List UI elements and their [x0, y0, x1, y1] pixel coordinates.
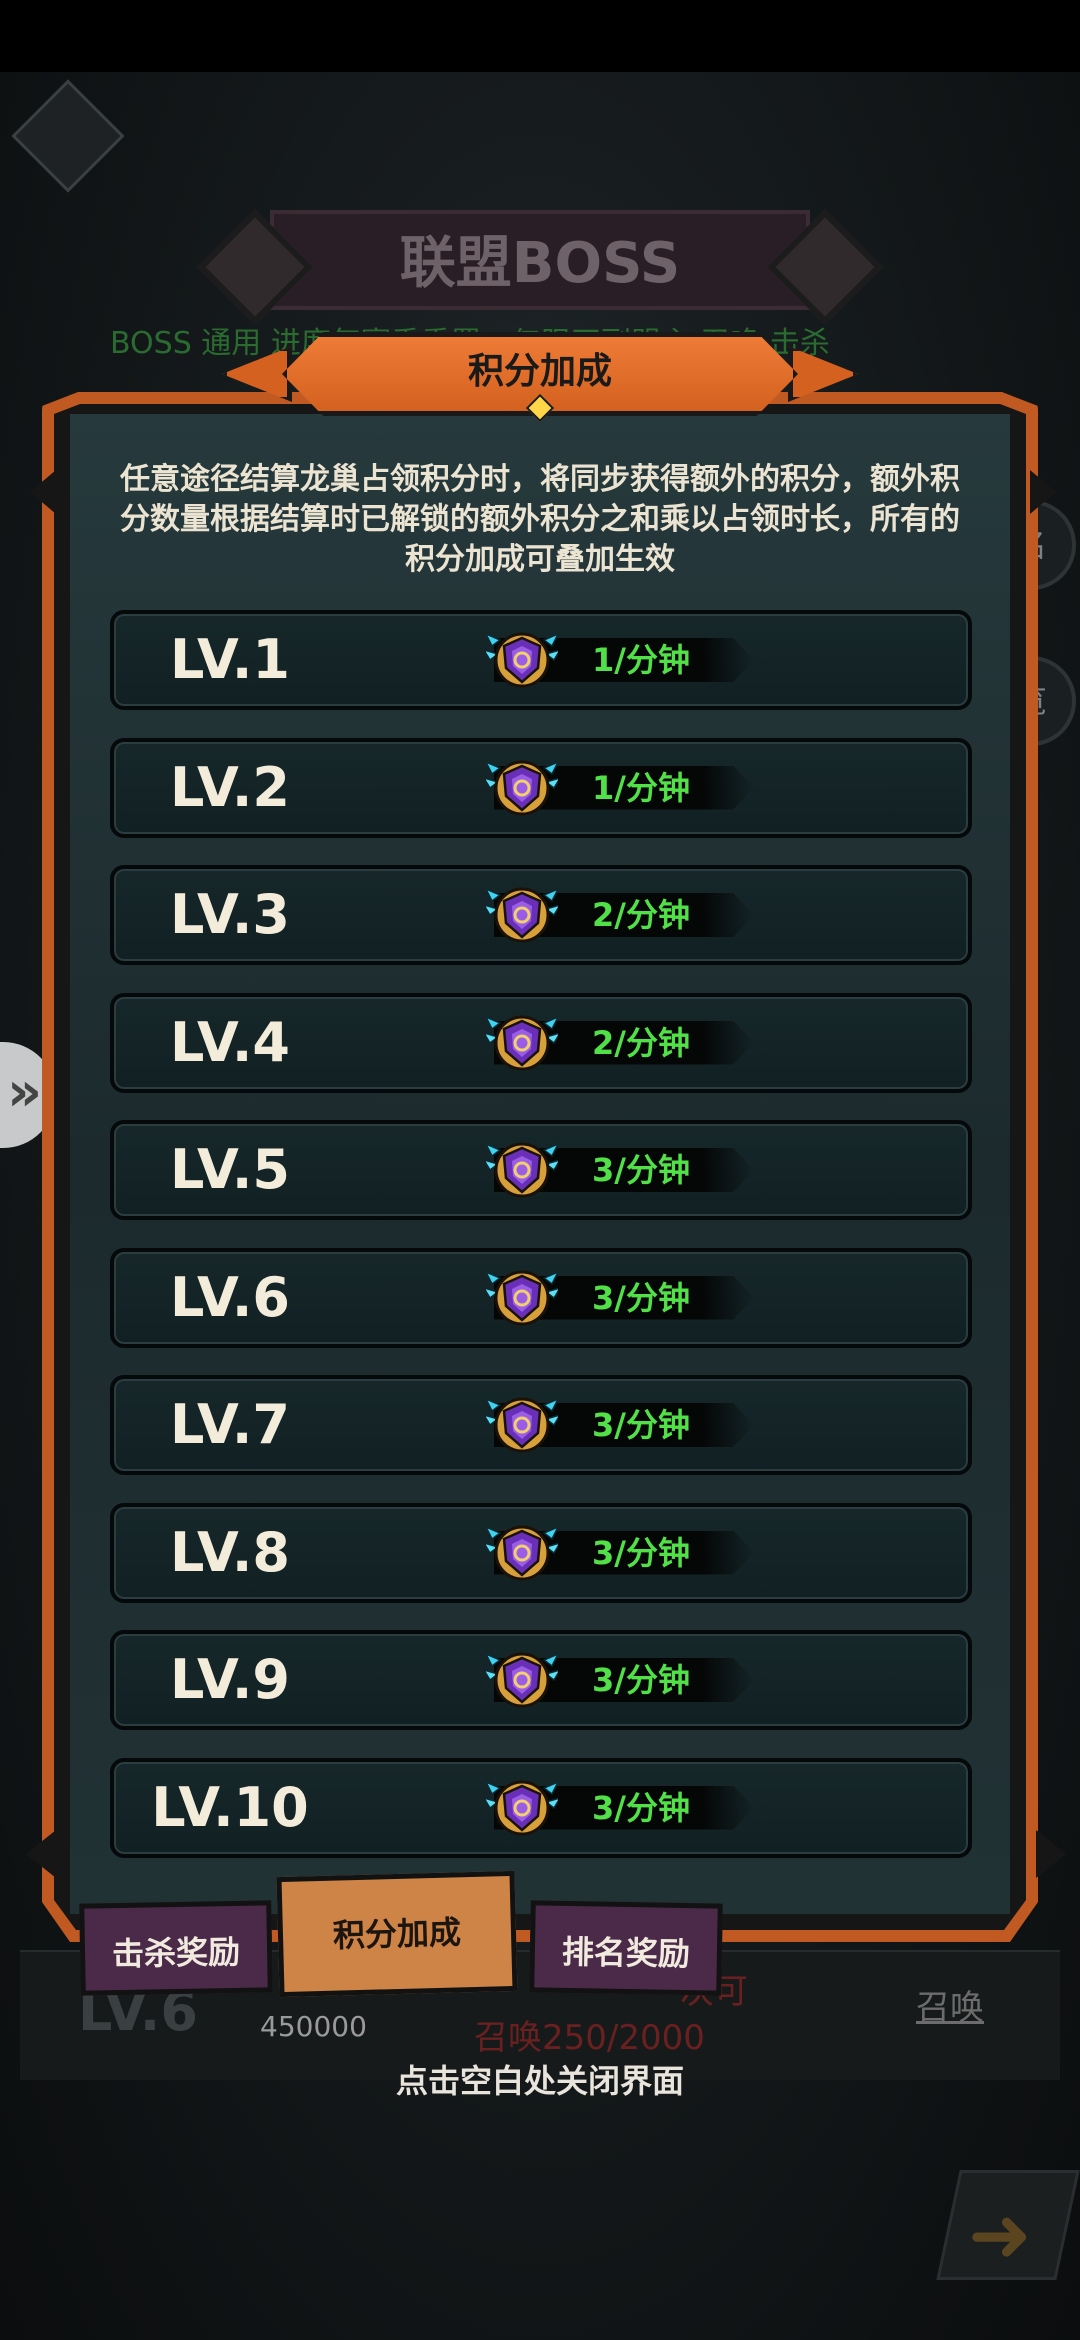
panel-description: 任意途径结算龙巢占领积分时，将同步获得额外的积分，额外积分数量根据结算时已解锁的… [120, 462, 960, 577]
level-row: LV.6 3/分钟 [110, 1247, 972, 1348]
level-row: LV.4 2/分钟 [110, 992, 972, 1093]
level-row: LV.10 3/分钟 [110, 1757, 972, 1858]
level-row: LV.5 3/分钟 [110, 1120, 972, 1220]
level-row: LV.9 3/分钟 [110, 1630, 972, 1730]
level-label: LV.7 [170, 1393, 290, 1456]
rate-value: 2/分钟 [592, 896, 690, 934]
level-label: LV.5 [170, 1138, 290, 1201]
frame-spike [1036, 1830, 1066, 1878]
frame-spike [1030, 470, 1056, 514]
purple-shield-badge-icon [482, 1136, 562, 1204]
status-bar [0, 0, 1080, 72]
purple-shield-badge-icon [482, 1774, 562, 1842]
rate-value: 3/分钟 [592, 1406, 690, 1444]
level-label: LV.6 [170, 1265, 290, 1329]
level-row: LV.7 3/分钟 [110, 1375, 972, 1475]
purple-shield-badge-icon [482, 1391, 562, 1459]
rate-value: 3/分钟 [592, 1151, 690, 1189]
frame-spike [26, 1830, 56, 1878]
boss-value: 450000 [260, 2010, 367, 2043]
level-label: LV.1 [170, 628, 290, 691]
summon-count-text: 召唤250/2000 [474, 2018, 705, 2058]
purple-shield-badge-icon [482, 1009, 562, 1077]
arrow-icon: ➜ [968, 2190, 1032, 2279]
rate-value: 1/分钟 [592, 641, 690, 679]
purple-shield-badge-icon [482, 1646, 562, 1714]
frame-spike [30, 470, 56, 514]
level-list: LV.1 1/分钟 LV.2 1/分钟 LV.3 2/分钟 LV.4 2/分钟 LV.5 3/分钟… [110, 610, 972, 1885]
level-label: LV.2 [170, 755, 290, 819]
rate-value: 3/分钟 [592, 1533, 690, 1572]
purple-shield-badge-icon [482, 626, 562, 694]
rate-value: 3/分钟 [592, 1661, 690, 1699]
level-row: LV.2 1/分钟 [110, 737, 972, 838]
tab-kill-reward[interactable]: 击杀奖励 [79, 1900, 273, 1996]
level-row: LV.3 2/分钟 [110, 865, 972, 965]
boss-title: 联盟BOSS [270, 210, 810, 310]
close-hint[interactable]: 点击空白处关闭界面 [0, 2056, 1080, 2102]
tab-rank-reward[interactable]: 排名奖励 [529, 1900, 723, 1996]
level-label: LV.8 [170, 1520, 290, 1584]
level-label: LV.4 [170, 1010, 290, 1074]
level-row: LV.1 1/分钟 [110, 610, 972, 710]
rate-value: 1/分钟 [592, 768, 690, 807]
rate-value: 3/分钟 [592, 1788, 690, 1827]
rate-value: 2/分钟 [592, 1023, 690, 1062]
purple-shield-badge-icon [482, 881, 562, 949]
purple-shield-badge-icon [482, 1519, 562, 1587]
tab-points-bonus[interactable]: 积分加成 [276, 1870, 518, 1998]
level-label: LV.9 [170, 1648, 290, 1711]
rate-value: 3/分钟 [592, 1278, 690, 1317]
purple-shield-badge-icon [482, 1264, 562, 1332]
purple-shield-badge-icon [482, 754, 562, 822]
level-label: LV.10 [151, 1775, 309, 1839]
level-label: LV.3 [170, 883, 290, 946]
level-row: LV.8 3/分钟 [110, 1502, 972, 1603]
summon-button[interactable]: 召唤 [916, 1980, 984, 2029]
